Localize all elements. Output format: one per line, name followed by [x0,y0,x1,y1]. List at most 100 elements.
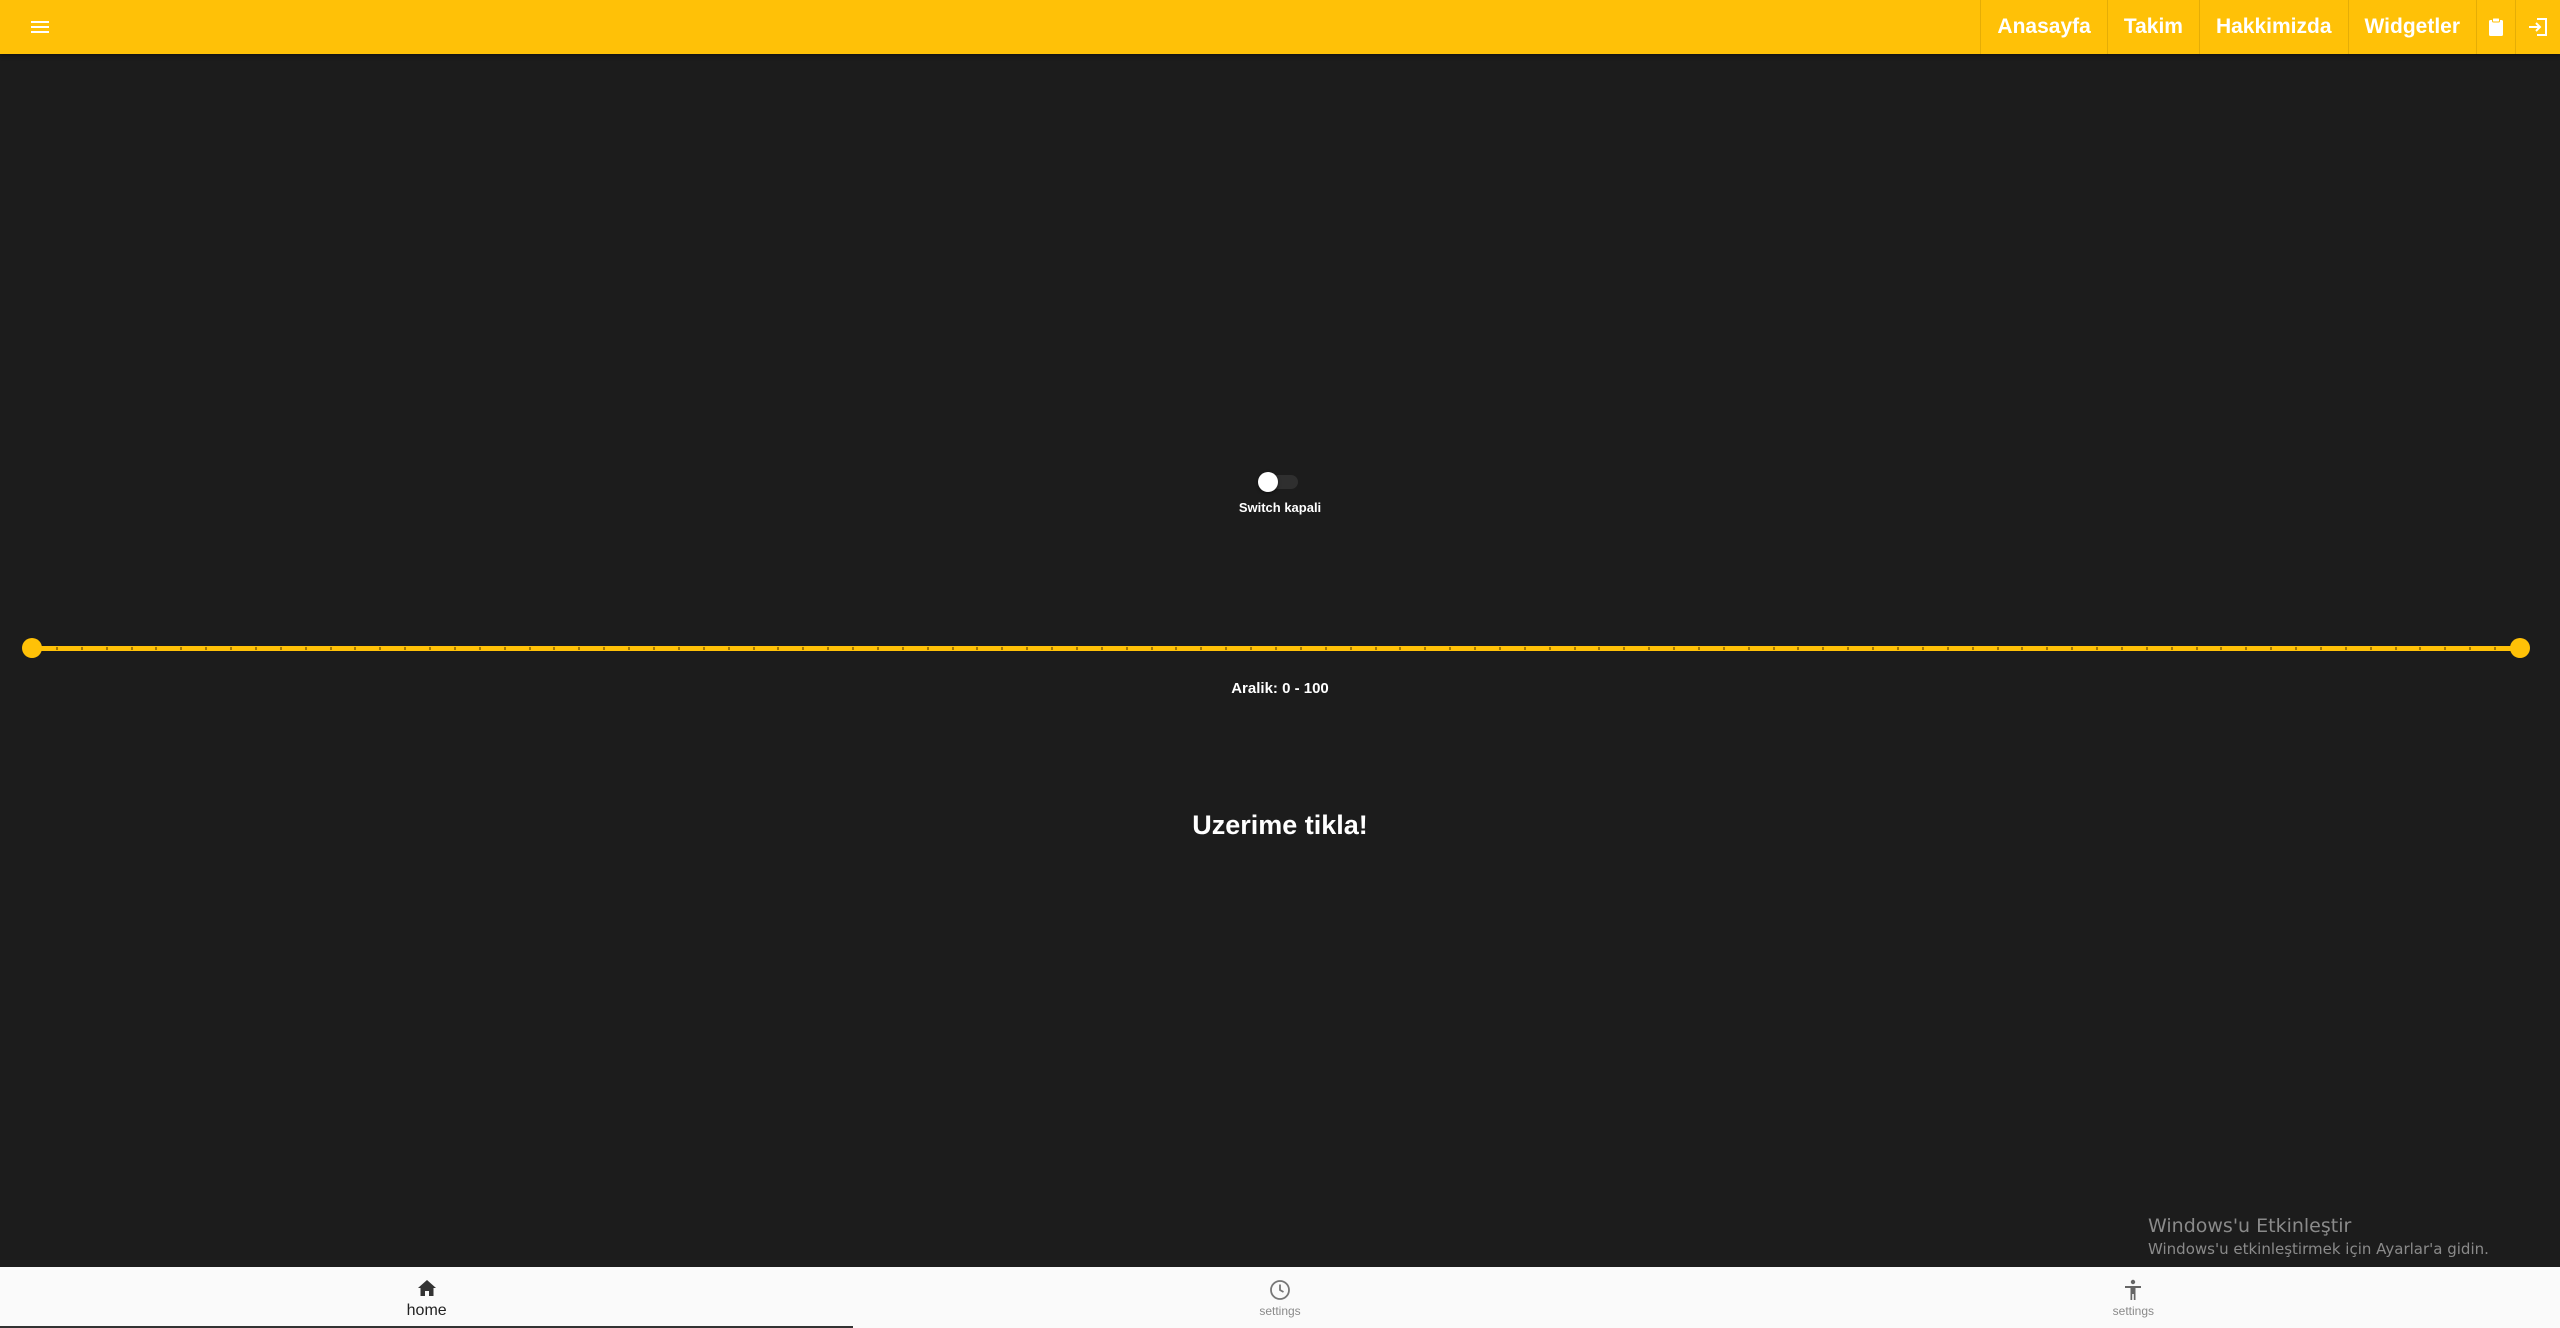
slider-tick [1946,647,1949,650]
slider-tick [2319,647,2322,650]
toggle-switch[interactable] [1258,470,1302,494]
slider-tick [1474,647,1477,650]
switch-label: Switch kapali [1238,500,1322,515]
slider-tick [130,647,133,650]
slider-tick [603,647,606,650]
nav-hakkimizda[interactable]: Hakkimizda [2198,0,2348,54]
slider-tick [1299,647,1302,650]
slider-tick [2270,647,2273,650]
bottom-nav-label: settings [2112,1303,2154,1318]
login-button[interactable] [2515,0,2560,54]
bottom-nav-settings-accessibility[interactable]: settings [1707,1267,2560,1328]
menu-button[interactable] [20,7,60,47]
range-slider[interactable] [22,632,2530,664]
slider-tick [553,647,556,650]
slider-tick [727,647,730,650]
top-nav: Anasayfa Takim Hakkimizda Widgetler [1980,0,2560,54]
nav-anasayfa[interactable]: Anasayfa [1980,0,2106,54]
slider-tick [777,647,780,650]
slider-tick [528,647,531,650]
slider-tick [2195,647,2198,650]
slider-tick [205,647,208,650]
slider-tick [1001,647,1004,650]
bottom-nav-label: home [406,1301,447,1319]
slider-tick [1374,647,1377,650]
slider-tick [1324,647,1327,650]
slider-tick [1722,647,1725,650]
slider-knob-low[interactable] [22,638,42,658]
slider-tick [1921,647,1924,650]
slider-tick [976,647,979,650]
slider-tick [1548,647,1551,650]
slider-tick [2096,647,2099,650]
nav-widgetler[interactable]: Widgetler [2347,0,2476,54]
slider-tick [80,647,83,650]
slider-tick [180,647,183,650]
click-me-text[interactable]: Uzerime tikla! [1030,810,1530,841]
slider-tick [2394,647,2397,650]
slider-tick [1498,647,1501,650]
slider-tick [2494,647,2497,650]
top-app-bar: Anasayfa Takim Hakkimizda Widgetler [0,0,2560,54]
slider-tick [827,647,830,650]
slider-tick [1100,647,1103,650]
slider-tick [304,647,307,650]
slider-tick [1250,647,1253,650]
slider-tick [2120,647,2123,650]
slider-tick [1598,647,1601,650]
slider-tick [429,647,432,650]
range-label: Aralik: 0 - 100 [1231,680,1329,697]
slider-tick [2369,647,2372,650]
slider-knob-high[interactable] [2510,638,2530,658]
slider-tick [230,647,233,650]
app-root: Anasayfa Takim Hakkimizda Widgetler Swit… [0,0,2560,1328]
bottom-nav-settings-clock[interactable]: settings [853,1267,1706,1328]
slider-tick [379,647,382,650]
slider-tick [876,647,879,650]
bottom-navigation: home settings settings [0,1267,2560,1328]
slider-tick [677,647,680,650]
slider-tick [1523,647,1526,650]
slider-tick [2295,647,2298,650]
slider-tick [1225,647,1228,650]
slider-tick [802,647,805,650]
slider-tick [1996,647,1999,650]
slider-tick [2245,647,2248,650]
slider-tick [1623,647,1626,650]
slider-tick [1673,647,1676,650]
slider-tick [578,647,581,650]
accessibility-icon [2125,1279,2142,1300]
nav-takim[interactable]: Takim [2106,0,2199,54]
clipboard-icon [2489,17,2503,36]
slider-tick [951,647,954,650]
windows-activation-title: Windows'u Etkinleştir [2148,1215,2352,1237]
slider-tick [653,647,655,650]
slider-tick [1026,647,1029,650]
switch-thumb[interactable] [1258,472,1278,492]
slider-tick [1648,647,1651,650]
slider-tick [1822,647,1825,650]
login-icon [2529,18,2547,36]
slider-tick [2170,647,2173,650]
slider-tick [1349,647,1352,650]
slider-tick [1275,647,1277,650]
slider-tick [1872,647,1875,650]
slider-tick [2220,647,2223,650]
slider-tick [2021,647,2024,650]
slider-tick [1772,647,1775,650]
slider-tick [155,647,158,650]
slider-tick [254,647,257,650]
slider-tick [55,647,58,650]
bottom-nav-label: settings [1259,1303,1301,1318]
slider-tick [329,647,332,650]
clipboard-button[interactable] [2476,0,2515,54]
slider-tick [1449,647,1452,650]
slider-tick [1847,647,1850,650]
hamburger-menu-icon [31,21,49,33]
windows-activation-subtitle: Windows'u etkinleştirmek için Ayarlar'a … [2148,1240,2489,1258]
slider-tick [1125,647,1128,650]
slider-tick [1175,647,1178,650]
bottom-nav-home[interactable]: home [0,1267,854,1328]
slider-tick [1399,647,1402,650]
slider-tick [1150,647,1153,650]
